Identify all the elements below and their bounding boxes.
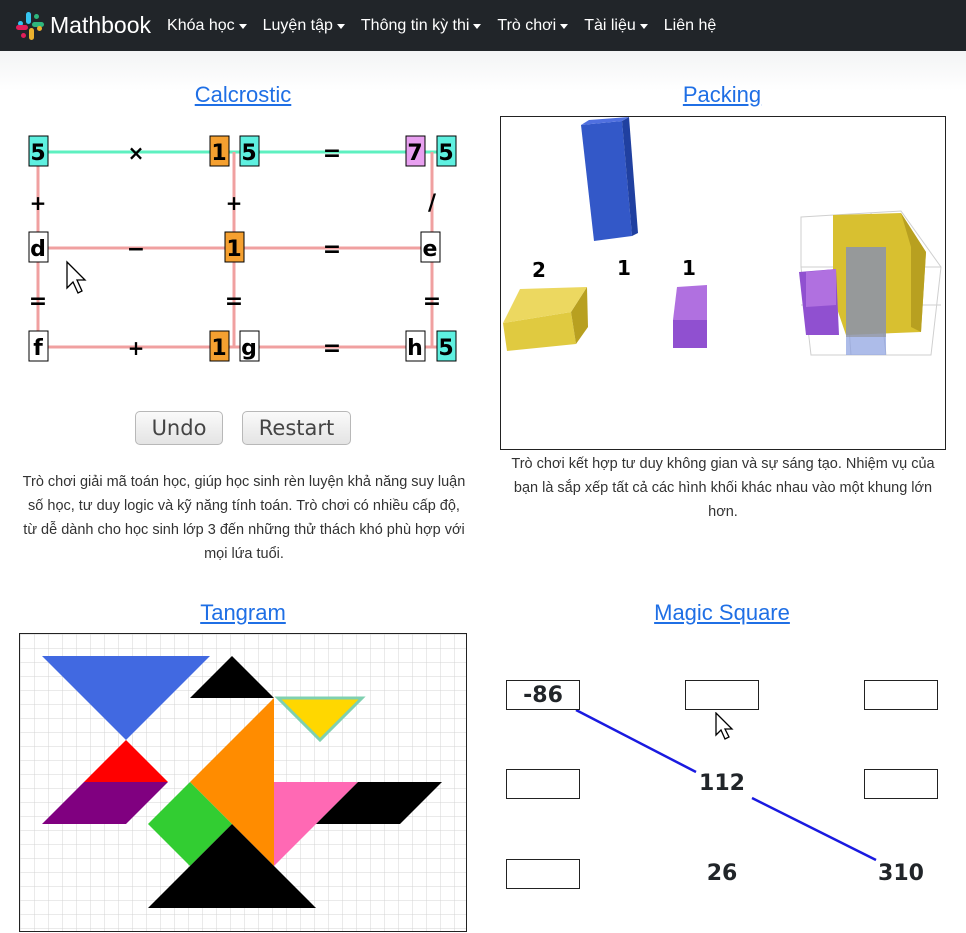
- caret-down-icon: [336, 24, 345, 29]
- nav-label: Thông tin kỳ thi: [360, 16, 470, 34]
- magic-square-cell[interactable]: [864, 680, 938, 710]
- magic-square-value: 112: [699, 771, 745, 796]
- operator: +: [226, 191, 243, 215]
- magic-square-cell[interactable]: [506, 859, 580, 889]
- magic-square-cell[interactable]: [685, 680, 759, 710]
- magic-square-cell[interactable]: [506, 769, 580, 799]
- operator: −: [127, 237, 145, 262]
- cell-text: 1: [211, 336, 226, 361]
- piece-count: 2: [532, 258, 546, 282]
- header-fade: [0, 51, 966, 91]
- caret-down-icon: [473, 24, 482, 29]
- cell-text: f: [33, 336, 43, 361]
- operator: =: [423, 289, 441, 314]
- operator: =: [323, 237, 341, 262]
- nav-label: Khóa học: [167, 16, 235, 34]
- operator: +: [30, 191, 47, 215]
- operator: +: [128, 336, 145, 360]
- caret-down-icon: [560, 24, 569, 29]
- restart-button[interactable]: Restart: [242, 411, 351, 445]
- operator: =: [323, 141, 341, 166]
- operator: =: [29, 289, 47, 314]
- calcrostic-description: Trò chơi giải mã toán học, giúp học sinh…: [22, 474, 466, 562]
- cell-text: 1: [226, 237, 241, 262]
- nav-item-courses[interactable]: Khóa học: [167, 17, 247, 35]
- piece-count: 1: [617, 256, 631, 280]
- mouse-cursor-icon: [66, 260, 87, 294]
- packing-game-canvas[interactable]: 2 1 1: [500, 116, 946, 450]
- brand-link[interactable]: Mathbook: [14, 10, 151, 42]
- operator: /: [428, 191, 437, 216]
- cell-text: 1: [211, 141, 226, 166]
- cell-text: e: [423, 237, 438, 262]
- tangram-title-link[interactable]: Tangram: [200, 600, 286, 626]
- nav-item-games[interactable]: Trò chơi: [497, 16, 569, 35]
- nav-item-documents[interactable]: Tài liệu: [584, 17, 648, 35]
- cell-text: 5: [30, 141, 45, 166]
- calcrostic-title-link[interactable]: Calcrostic: [195, 82, 292, 108]
- nav-label: Trò chơi: [497, 16, 557, 34]
- magic-square-cell[interactable]: [864, 769, 938, 799]
- nav-label: Liên hệ: [663, 16, 717, 34]
- magic-square-title-link[interactable]: Magic Square: [654, 600, 790, 626]
- packing-title-link[interactable]: Packing: [683, 82, 761, 108]
- undo-button[interactable]: Undo: [135, 411, 223, 445]
- cell-text: d: [30, 237, 46, 262]
- mouse-cursor-icon: [715, 712, 734, 740]
- magic-square-value: 26: [706, 861, 738, 886]
- brand-name: Mathbook: [50, 12, 152, 38]
- cell-text: g: [241, 336, 257, 361]
- nav-label: Tài liệu: [584, 16, 636, 34]
- caret-down-icon: [639, 24, 648, 29]
- operator: =: [323, 336, 341, 361]
- tangram-board[interactable]: [19, 633, 467, 932]
- nav-item-contact[interactable]: Liên hệ: [664, 17, 717, 35]
- operator: ×: [128, 141, 145, 165]
- cell-text: 5: [438, 141, 453, 166]
- packing-description: Trò chơi kết hợp tư duy không gian và sự…: [511, 456, 935, 520]
- cell-text: 5: [241, 141, 256, 166]
- piece-count: 1: [682, 256, 696, 280]
- magic-square-cell[interactable]: -86: [506, 680, 580, 710]
- nav-label: Luyện tập: [262, 16, 333, 34]
- cell-text: 5: [438, 336, 453, 361]
- navbar: Mathbook Khóa học Luyện tập Thông tin kỳ…: [0, 0, 966, 51]
- cell-text: 7: [407, 141, 422, 166]
- calcrostic-board[interactable]: 5 × 1 5 = 7 5 + + / d − 1 = e = = = f + …: [20, 126, 470, 376]
- magic-square-value: 310: [878, 861, 924, 886]
- slack-logo-icon: [16, 11, 44, 40]
- cell-text: h: [407, 336, 423, 361]
- operator: =: [225, 289, 243, 314]
- caret-down-icon: [238, 24, 247, 29]
- nav-item-exam-info[interactable]: Thông tin kỳ thi: [361, 17, 482, 35]
- nav-item-practice[interactable]: Luyện tập: [263, 17, 345, 35]
